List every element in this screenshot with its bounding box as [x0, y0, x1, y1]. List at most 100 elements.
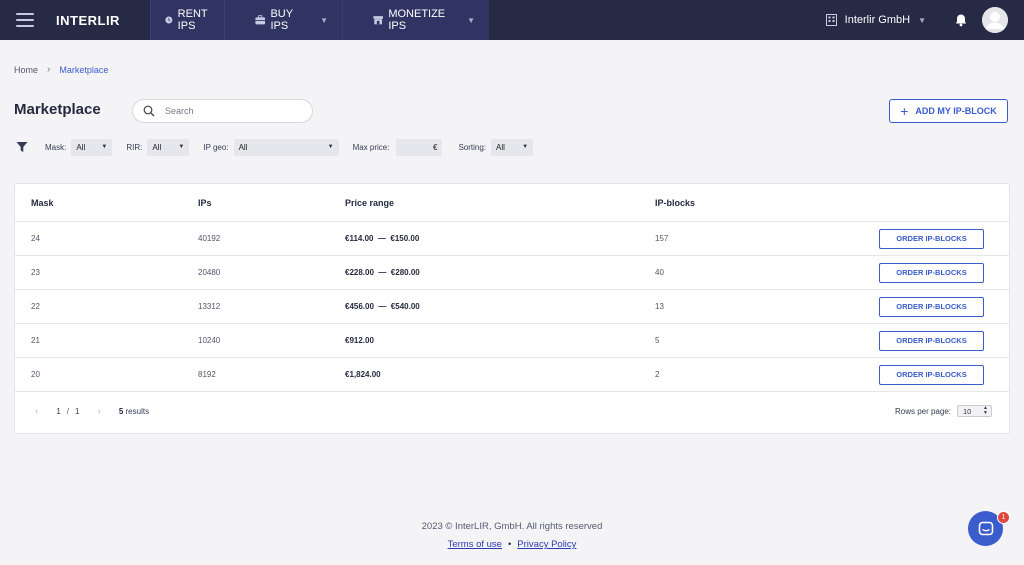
footer-separator: •	[507, 539, 512, 550]
header-ip-blocks[interactable]: IP-blocks	[655, 198, 695, 208]
cell-mask: 22	[31, 302, 40, 311]
rows-per-page-select[interactable]: 10 ▲ ▼	[957, 405, 992, 417]
order-ip-blocks-button[interactable]: ORDER IP-BLOCKS	[879, 364, 984, 385]
filter-icon[interactable]	[16, 141, 28, 153]
caret-down-icon: ▼	[327, 144, 334, 150]
cell-ip-blocks: 157	[655, 234, 669, 243]
chat-icon	[978, 521, 993, 535]
chevron-down-icon: ▼	[918, 15, 926, 25]
cell-price-range: €456.00 — €540.00	[345, 302, 420, 311]
menu-icon[interactable]	[16, 13, 34, 27]
table-row: 23 20480 €228.00 — €280.00 40 ORDER IP-B…	[15, 256, 1009, 290]
avatar[interactable]	[982, 7, 1008, 33]
nav-tab-buy-ips[interactable]: BUY IPS ▼	[224, 0, 342, 40]
geo-filter-value: All	[238, 142, 248, 152]
chevron-down-icon: ▼	[467, 15, 475, 25]
bell-icon[interactable]	[954, 13, 968, 27]
nav-tab-rent-ips[interactable]: RENT IPS	[150, 0, 224, 40]
order-ip-blocks-button[interactable]: ORDER IP-BLOCKS	[879, 228, 984, 249]
caret-down-icon: ▼	[178, 144, 185, 150]
nav-tab-label: BUY IPS	[270, 8, 293, 32]
sorting-label: Sorting:	[458, 142, 487, 152]
table-row: 24 40192 €114.00 — €150.00 157 ORDER IP-…	[15, 222, 1009, 256]
rows-per-page: Rows per page: 10 ▲ ▼	[895, 405, 992, 417]
search-box[interactable]	[132, 99, 313, 123]
header-ips[interactable]: IPs	[198, 198, 212, 208]
filter-bar: Mask: All ▼ RIR: All ▼ IP geo: All ▼ Max pr…	[16, 138, 547, 156]
order-ip-blocks-button[interactable]: ORDER IP-BLOCKS	[879, 330, 984, 351]
nav-right: Interlir GmbH ▼	[825, 0, 1024, 40]
cell-mask: 24	[31, 234, 40, 243]
cell-price-range: €114.00 — €150.00	[345, 234, 420, 243]
header-price-range[interactable]: Price range	[345, 198, 394, 208]
max-price-input[interactable]: €	[396, 138, 443, 156]
order-ip-blocks-button[interactable]: ORDER IP-BLOCKS	[879, 262, 984, 283]
privacy-link[interactable]: Privacy Policy	[517, 539, 576, 550]
terms-link[interactable]: Terms of use	[448, 539, 502, 550]
nav-tab-label: RENT IPS	[177, 8, 208, 32]
cell-ip-blocks: 2	[655, 370, 660, 379]
chevron-down-icon: ▼	[320, 15, 328, 25]
cell-ip-blocks: 40	[655, 268, 664, 277]
sorting-select[interactable]: All ▼	[491, 138, 534, 156]
marketplace-table: Mask IPs Price range IP-blocks 24 40192 …	[14, 183, 1010, 434]
breadcrumb-home[interactable]: Home	[14, 65, 38, 75]
page-title: Marketplace	[14, 101, 101, 118]
currency-symbol: €	[433, 142, 438, 152]
top-navbar: INTERLIR RENT IPS BUY IPS ▼ MONETIZE IPS…	[0, 0, 1024, 40]
cell-price-range: €228.00 — €280.00	[345, 268, 420, 277]
sorting-value: All	[496, 142, 505, 152]
caret-down-icon: ▼	[101, 144, 108, 150]
rows-per-page-value: 10	[963, 406, 972, 416]
table-row: 22 13312 €456.00 — €540.00 13 ORDER IP-B…	[15, 290, 1009, 324]
cell-ips: 20480	[198, 268, 221, 277]
mask-filter-value: All	[76, 142, 86, 152]
user-icon	[982, 7, 1008, 33]
chat-badge: 1	[997, 511, 1010, 524]
nav-tab-monetize-ips[interactable]: MONETIZE IPS ▼	[342, 0, 489, 40]
pagination: ‹ 1 / 1 › 5 results	[35, 406, 149, 417]
copyright: 2023 © InterLIR, GmbH. All rights reserv…	[421, 521, 603, 532]
cell-ip-blocks: 5	[655, 336, 660, 345]
cell-mask: 20	[31, 370, 40, 379]
stepper-icon: ▲ ▼	[983, 405, 988, 416]
geo-filter-select[interactable]: All ▼	[233, 138, 339, 156]
cell-ips: 13312	[198, 302, 221, 311]
current-page: 1	[56, 407, 61, 416]
results-number: 5	[118, 407, 124, 416]
search-input[interactable]	[165, 106, 305, 116]
cell-ips: 8192	[198, 370, 216, 379]
table-row: 20 8192 €1,824.00 2 ORDER IP-BLOCKS	[15, 358, 1009, 392]
cell-ip-blocks: 13	[655, 302, 664, 311]
rir-filter-value: All	[152, 142, 162, 152]
building-icon	[825, 14, 837, 26]
cell-mask: 23	[31, 268, 40, 277]
rows-per-page-label: Rows per page:	[894, 406, 951, 416]
rir-filter-select[interactable]: All ▼	[147, 138, 190, 156]
cell-price-range: €912.00	[345, 336, 374, 345]
geo-filter-label: IP geo:	[203, 142, 229, 152]
chevron-right-icon: ›	[47, 64, 51, 75]
plus-icon: +	[900, 103, 909, 119]
page-separator: /	[66, 407, 70, 416]
results-count: 5 results	[119, 407, 149, 416]
order-ip-blocks-button[interactable]: ORDER IP-BLOCKS	[879, 296, 984, 317]
mask-filter-select[interactable]: All ▼	[71, 138, 113, 156]
company-name: Interlir GmbH	[844, 14, 911, 26]
breadcrumb-current[interactable]: Marketplace	[59, 65, 108, 75]
company-selector[interactable]: Interlir GmbH ▼	[825, 14, 926, 26]
logo[interactable]: INTERLIR	[56, 13, 150, 28]
mask-filter-label: Mask:	[45, 142, 67, 152]
results-label: results	[125, 407, 150, 416]
table-footer: ‹ 1 / 1 › 5 results Rows per page: 10 ▲ ▼	[15, 392, 1009, 433]
add-ip-block-button[interactable]: + ADD MY IP-BLOCK	[889, 99, 1008, 123]
footer-links: Terms of use • Privacy Policy	[0, 539, 1024, 550]
store-icon	[373, 16, 383, 25]
search-icon	[143, 105, 155, 117]
table-row: 21 10240 €912.00 5 ORDER IP-BLOCKS	[15, 324, 1009, 358]
cell-ips: 10240	[198, 336, 221, 345]
chevron-right-icon[interactable]: ›	[97, 406, 100, 417]
cell-price-range: €1,824.00	[345, 370, 381, 379]
chevron-left-icon[interactable]: ‹	[35, 406, 38, 417]
header-mask[interactable]: Mask	[31, 198, 54, 208]
